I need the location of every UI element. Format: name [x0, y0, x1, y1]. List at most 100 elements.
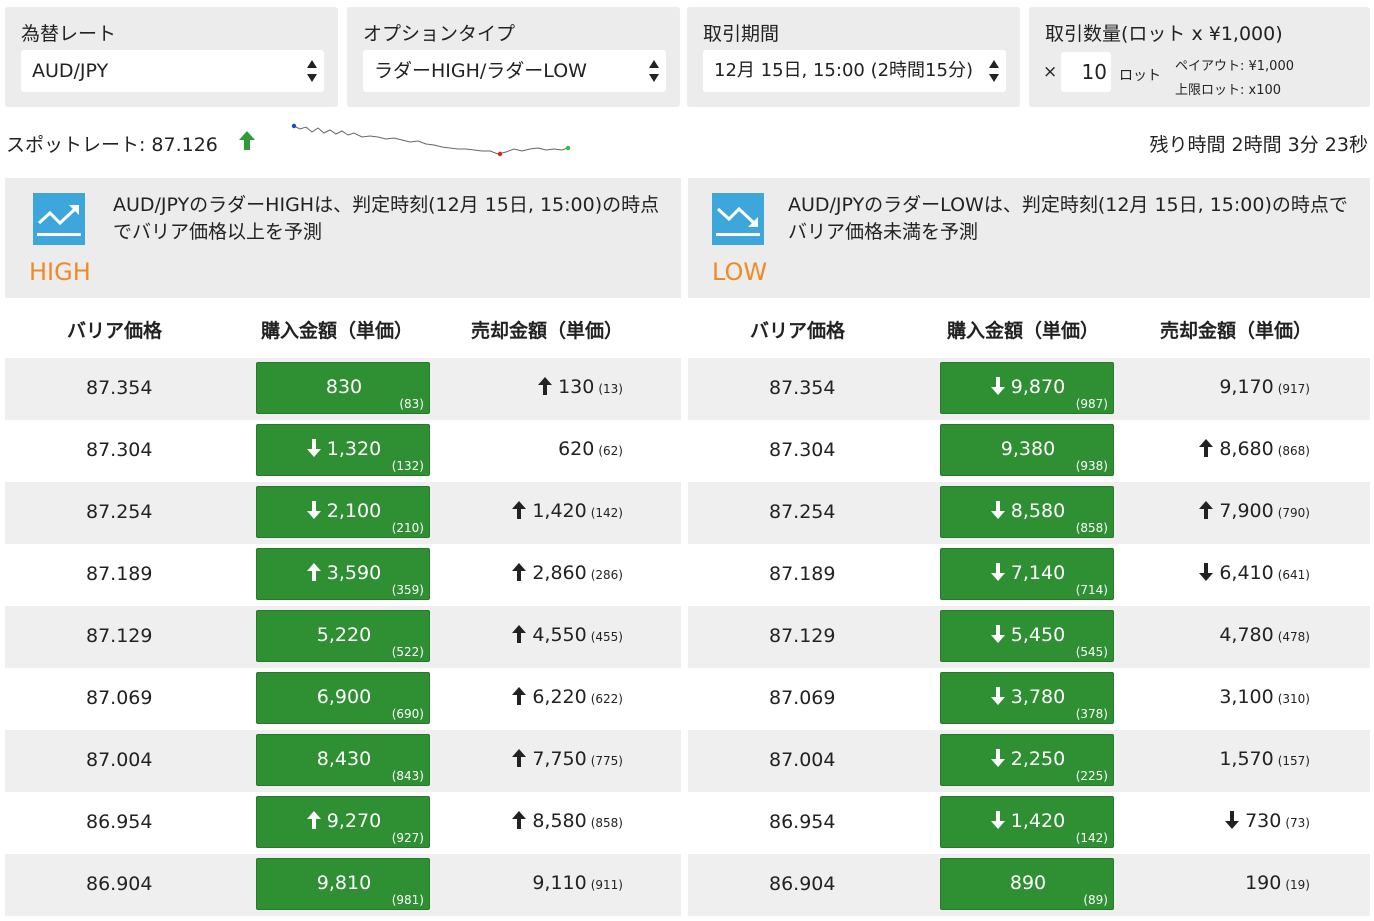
currency-control: 為替レート AUD/JPY: [5, 7, 338, 107]
buy-button[interactable]: 3,780 (378): [940, 672, 1114, 724]
buy-amount: 1,420: [941, 810, 1115, 832]
buy-button[interactable]: 7,140 (714): [940, 548, 1114, 600]
barrier-price: 87.069: [769, 687, 836, 709]
buy-button[interactable]: 6,900 (690): [256, 672, 430, 724]
buy-amount: 5,450: [941, 624, 1115, 646]
table-row: 87.129 5,450 (545) 4,780 (478): [688, 606, 1370, 668]
spot-rate-value: 87.126: [151, 134, 218, 156]
buy-button[interactable]: 830 (83): [256, 362, 430, 414]
buy-unit-price: (987): [1075, 397, 1108, 411]
buy-button[interactable]: 5,450 (545): [940, 610, 1114, 662]
arrow-up-icon: [538, 377, 553, 395]
sell-unit-price: (790): [1277, 506, 1310, 520]
sell-amount: 1,420 (142): [512, 500, 623, 522]
sell-unit-price: (19): [1285, 878, 1310, 892]
buy-button[interactable]: 8,430 (843): [256, 734, 430, 786]
barrier-price: 86.904: [769, 873, 836, 895]
select-caret-icon: [988, 60, 1000, 82]
table-row: 87.069 3,780 (378) 3,100 (310): [688, 668, 1370, 730]
sell-amount: 9,110 (911): [532, 872, 623, 894]
sell-amount: 730 (73): [1225, 810, 1310, 832]
sell-amount: 8,580 (858): [512, 810, 623, 832]
remaining-time: 残り時間 2時間 3分 23秒: [1149, 134, 1368, 156]
sell-unit-price: (455): [590, 630, 623, 644]
buy-amount: 2,100: [257, 500, 431, 522]
sell-unit-price: (911): [590, 878, 623, 892]
buy-unit-price: (132): [391, 459, 424, 473]
barrier-price: 87.189: [769, 563, 836, 585]
buy-amount: 8,580: [941, 500, 1115, 522]
period-value: 12月 15日, 15:00 (2時間15分): [714, 60, 973, 81]
buy-amount: 1,320: [257, 438, 431, 460]
select-caret-icon: [306, 60, 318, 82]
period-label: 取引期間: [703, 23, 780, 45]
currency-label: 為替レート: [21, 23, 117, 45]
buy-amount: 9,870: [941, 376, 1115, 398]
period-select[interactable]: 12月 15日, 15:00 (2時間15分): [703, 50, 1006, 92]
buy-button[interactable]: 2,250 (225): [940, 734, 1114, 786]
sell-amount: 620 (62): [558, 438, 623, 460]
table-row: 87.004 2,250 (225) 1,570 (157): [688, 730, 1370, 792]
arrow-up-icon: [512, 501, 527, 519]
buy-amount: 6,900: [316, 686, 372, 708]
header-buy: 購入金額（単価）: [947, 320, 1100, 342]
header-barrier: バリア価格: [67, 320, 163, 342]
buy-button[interactable]: 9,870 (987): [940, 362, 1114, 414]
arrow-up-icon: [306, 811, 321, 829]
trend-up-icon: [33, 193, 85, 245]
buy-button[interactable]: 8,580 (858): [940, 486, 1114, 538]
buy-button[interactable]: 2,100 (210): [256, 486, 430, 538]
arrow-down-icon: [990, 811, 1005, 829]
arrow-up-icon: [1199, 501, 1214, 519]
barrier-price: 87.129: [86, 625, 153, 647]
buy-button[interactable]: 3,590 (359): [256, 548, 430, 600]
buy-button[interactable]: 5,220 (522): [256, 610, 430, 662]
sell-amount: 6,220 (622): [512, 686, 623, 708]
high-description: AUD/JPYのラダーHIGHは、判定時刻(12月 15日, 15:00)の時点…: [113, 194, 660, 243]
buy-button[interactable]: 1,420 (142): [940, 796, 1114, 848]
header-sell: 売却金額（単価）: [1160, 320, 1313, 342]
buy-button[interactable]: 9,380 (938): [940, 424, 1114, 476]
sell-amount: 6,410 (641): [1199, 562, 1310, 584]
buy-unit-price: (714): [1075, 583, 1108, 597]
option-type-select[interactable]: ラダーHIGH/ラダーLOW: [363, 50, 666, 92]
buy-button[interactable]: 9,810 (981): [256, 858, 430, 910]
header-sell: 売却金額（単価）: [471, 320, 624, 342]
currency-select[interactable]: AUD/JPY: [21, 50, 324, 92]
option-type-label: オプションタイプ: [363, 23, 516, 45]
payout-text: ペイアウト: ¥1,000: [1175, 59, 1294, 74]
buy-button[interactable]: 9,270 (927): [256, 796, 430, 848]
buy-unit-price: (210): [391, 521, 424, 535]
buy-amount: 5,220: [316, 624, 372, 646]
spot-rate-sparkline: [291, 123, 571, 157]
multiply-sign: ×: [1043, 62, 1058, 82]
sell-unit-price: (157): [1277, 754, 1310, 768]
buy-amount: 9,810: [316, 872, 372, 894]
arrow-down-icon: [990, 501, 1005, 519]
low-info-panel: AUD/JPYのラダーLOWは、判定時刻(12月 15日, 15:00)の時点で…: [688, 178, 1370, 298]
spot-rate: スポットレート: 87.126: [6, 130, 218, 157]
sell-unit-price: (13): [598, 382, 623, 396]
barrier-price: 87.004: [86, 749, 153, 771]
buy-button[interactable]: 1,320 (132): [256, 424, 430, 476]
buy-unit-price: (83): [399, 397, 424, 411]
low-table-header: バリア価格 購入金額（単価） 売却金額（単価）: [688, 312, 1370, 348]
table-row: 87.254 8,580 (858) 7,900 (790): [688, 482, 1370, 544]
buy-amount: 830: [325, 376, 363, 398]
low-label: LOW: [712, 258, 768, 286]
buy-button[interactable]: 890 (89): [940, 858, 1114, 910]
sell-unit-price: (775): [590, 754, 623, 768]
sell-unit-price: (62): [598, 444, 623, 458]
table-row: 87.004 8,430 (843) 7,750 (775): [5, 730, 681, 792]
arrow-up-icon: [306, 563, 321, 581]
table-row: 86.904 9,810 (981) 9,110 (911): [5, 854, 681, 916]
spot-up-arrow-icon: [238, 130, 256, 156]
sell-unit-price: (641): [1277, 568, 1310, 582]
table-row: 87.189 3,590 (359) 2,860 (286): [5, 544, 681, 606]
sell-unit-price: (858): [590, 816, 623, 830]
buy-unit-price: (378): [1075, 707, 1108, 721]
low-description: AUD/JPYのラダーLOWは、判定時刻(12月 15日, 15:00)の時点で…: [788, 194, 1348, 243]
lot-quantity-input[interactable]: 10: [1061, 52, 1111, 92]
table-row: 86.904 890 (89) 190 (19): [688, 854, 1370, 916]
option-type-value: ラダーHIGH/ラダーLOW: [374, 60, 587, 82]
